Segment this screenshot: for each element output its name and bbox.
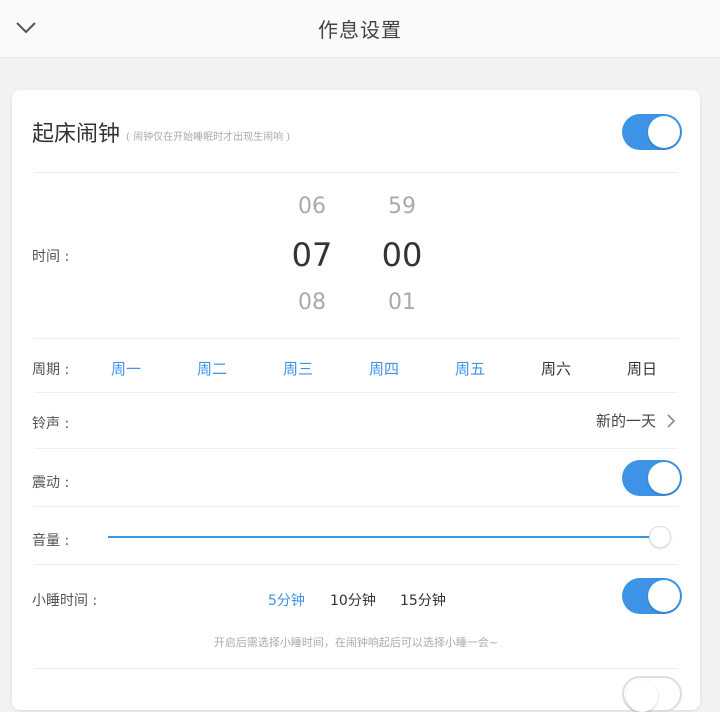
alarm-note: ( 闹钟仅在开始睡眠时才出现生闹响 ) (126, 132, 291, 143)
toggle-knob (648, 462, 680, 494)
day-wed[interactable]: 周三 (268, 356, 328, 382)
divider (34, 448, 678, 449)
hour-selected: 07 (291, 236, 333, 274)
toggle-knob (648, 580, 680, 612)
cycle-days: 周一 周二 周三 周四 周五 周六 周日 (96, 356, 676, 382)
minute-next: 01 (388, 290, 416, 315)
snooze-option-15[interactable]: 15分钟 (400, 590, 446, 610)
hour-picker[interactable]: 06 07 08 (282, 192, 342, 318)
minute-selected: 00 (381, 236, 423, 274)
alarm-card: 起床闹钟 ( 闹钟仅在开始睡眠时才出现生闹响 ) 时间 : 06 07 08 5… (12, 90, 700, 712)
toggle-knob (648, 116, 680, 148)
day-mon[interactable]: 周一 (96, 356, 156, 382)
minute-picker[interactable]: 59 00 01 (372, 192, 432, 318)
snooze-option-10[interactable]: 10分钟 (330, 590, 376, 610)
day-sat[interactable]: 周六 (526, 356, 586, 382)
day-thu[interactable]: 周四 (354, 356, 414, 382)
snooze-toggle[interactable] (622, 578, 682, 614)
page-title: 作息设置 (318, 18, 402, 42)
ringtone-label: 铃声 : (32, 416, 70, 432)
toggle-knob (626, 680, 658, 712)
volume-label: 音量 : (32, 533, 70, 549)
next-row-toggle[interactable] (622, 676, 682, 712)
alarm-title: 起床闹钟 (32, 122, 121, 147)
ringtone-value[interactable]: 新的一天 (596, 410, 656, 431)
time-label: 时间 : (32, 249, 70, 265)
snooze-note: 开启后需选择小睡时间，在闹钟响起后可以选择小睡一会~ (213, 636, 499, 649)
volume-slider-thumb[interactable] (649, 526, 671, 548)
vibrate-label: 震动 : (32, 475, 70, 491)
divider (34, 338, 678, 339)
divider (34, 392, 678, 393)
divider (34, 506, 678, 507)
vibrate-toggle[interactable] (622, 460, 682, 496)
alarm-toggle[interactable] (622, 114, 682, 150)
header-bar: 作息设置 (0, 0, 720, 58)
snooze-option-5[interactable]: 5分钟 (268, 590, 305, 610)
snooze-label: 小睡时间 : (32, 593, 98, 609)
day-fri[interactable]: 周五 (440, 356, 500, 382)
hour-prev: 06 (298, 194, 326, 219)
cycle-label: 周期 : (32, 362, 70, 378)
chevron-right-icon (667, 414, 675, 428)
volume-slider-track[interactable] (108, 536, 660, 538)
divider (34, 564, 678, 565)
hour-next: 08 (298, 290, 326, 315)
divider (34, 172, 678, 173)
day-sun[interactable]: 周日 (612, 356, 672, 382)
divider (34, 668, 678, 669)
minute-prev: 59 (388, 194, 416, 219)
day-tue[interactable]: 周二 (182, 356, 242, 382)
ringtone-chevron[interactable] (664, 412, 678, 430)
